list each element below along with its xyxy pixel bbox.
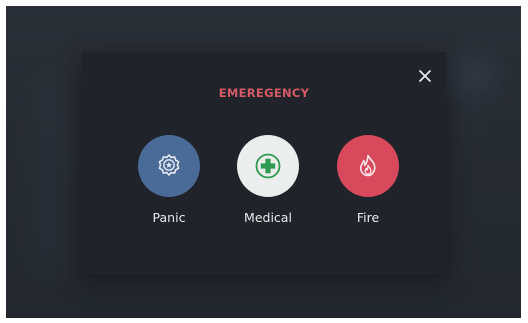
panic-label: Panic bbox=[152, 210, 186, 225]
panic-option[interactable]: Panic bbox=[129, 135, 209, 225]
modal-title: EMEREGENCY bbox=[218, 86, 310, 100]
background-blur bbox=[24, 68, 72, 278]
medical-cross-icon bbox=[255, 153, 281, 179]
medical-label: Medical bbox=[244, 210, 292, 225]
medical-option[interactable]: Medical bbox=[228, 135, 308, 225]
app-background: EMEREGENCY Panic Medical Fire bbox=[6, 6, 521, 318]
emergency-options: Panic Medical Fire bbox=[82, 135, 446, 235]
close-icon bbox=[419, 70, 431, 82]
flame-icon bbox=[359, 154, 376, 177]
background-blur bbox=[451, 54, 495, 98]
police-badge-icon bbox=[158, 154, 180, 176]
fire-button[interactable] bbox=[337, 135, 399, 197]
fire-label: Fire bbox=[356, 210, 380, 225]
panic-button[interactable] bbox=[138, 135, 200, 197]
medical-button[interactable] bbox=[237, 135, 299, 197]
close-button[interactable] bbox=[416, 67, 434, 85]
emergency-modal: EMEREGENCY Panic Medical Fire bbox=[82, 52, 446, 274]
background-blur bbox=[456, 116, 484, 134]
fire-option[interactable]: Fire bbox=[328, 135, 408, 225]
